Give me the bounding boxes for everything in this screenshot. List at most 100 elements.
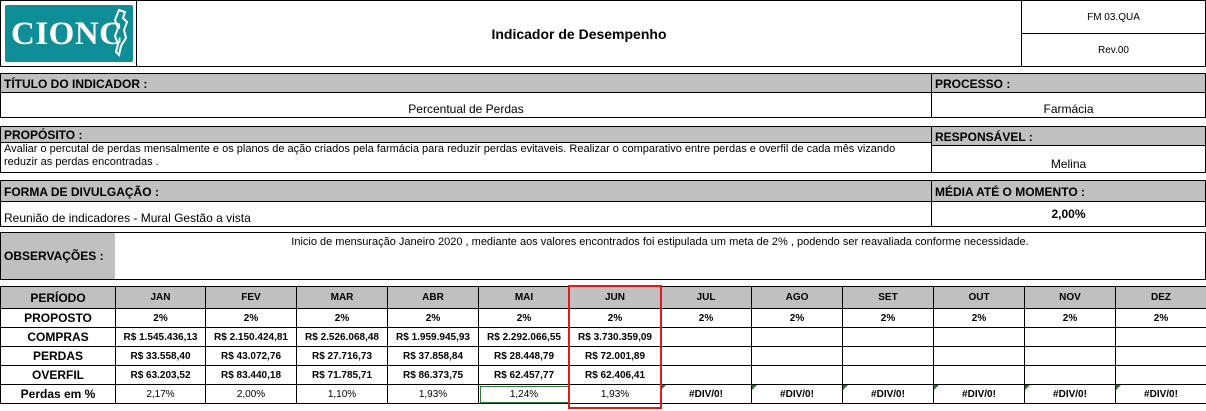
cell-proposto-abr[interactable]: 2% — [387, 308, 479, 328]
cell-periodo-ago[interactable]: AGO — [751, 286, 843, 309]
cell-compras-jul[interactable] — [660, 327, 752, 347]
cell-overfil-jun[interactable]: R$ 62.406,41 — [569, 365, 661, 385]
cell-proposto-mar[interactable]: 2% — [296, 308, 388, 328]
cell-periodo-out[interactable]: OUT — [933, 286, 1025, 309]
cell-overfil-fev[interactable]: R$ 83.440,18 — [205, 365, 297, 385]
media-label: MÉDIA ATÉ O MOMENTO : — [931, 180, 1206, 202]
cell-perdas-ago[interactable] — [751, 346, 843, 366]
cell-periodo-abr[interactable]: ABR — [387, 286, 479, 309]
cell-perdas-mai[interactable]: R$ 28.448,79 — [478, 346, 570, 366]
cell-compras-ago[interactable] — [751, 327, 843, 347]
cell-compras-abr[interactable]: R$ 1.959.945,93 — [387, 327, 479, 347]
cell-perdas-fev[interactable]: R$ 43.072,76 — [205, 346, 297, 366]
cell-compras-out[interactable] — [933, 327, 1025, 347]
cell-periodo-mar[interactable]: MAR — [296, 286, 388, 309]
cell-perdas-pct-nov[interactable]: #DIV/0! — [1024, 384, 1116, 404]
row-label-periodo: PERÍODO — [0, 286, 116, 309]
cell-overfil-dez[interactable] — [1115, 365, 1206, 385]
cell-perdas-pct-mai[interactable]: 1,24% — [478, 384, 570, 404]
cell-proposto-dez[interactable]: 2% — [1115, 308, 1206, 328]
table-row-compras: COMPRAS R$ 1.545.436,13 R$ 2.150.424,81 R$ … — [0, 327, 1206, 347]
logo-container: CIONC — [0, 0, 137, 67]
cell-compras-nov[interactable] — [1024, 327, 1116, 347]
cell-compras-mai[interactable]: R$ 2.292.066,55 — [478, 327, 570, 347]
titulo-label: TÍTULO DO INDICADOR : — [0, 73, 932, 93]
cell-perdas-out[interactable] — [933, 346, 1025, 366]
table-row-periodo: PERÍODO JAN FEV MAR ABR MAI JUN JUL AGO SET OUT NOV… — [0, 286, 1206, 309]
cell-periodo-jul[interactable]: JUL — [660, 286, 752, 309]
cell-perdas-pct-fev[interactable]: 2,00% — [205, 384, 297, 404]
cell-periodo-set[interactable]: SET — [842, 286, 934, 309]
cell-periodo-mai[interactable]: MAI — [478, 286, 570, 309]
cell-compras-set[interactable] — [842, 327, 934, 347]
cell-overfil-abr[interactable]: R$ 86.373,75 — [387, 365, 479, 385]
error-indicator-icon — [843, 385, 848, 390]
cell-perdas-jun[interactable]: R$ 72.001,89 — [569, 346, 661, 366]
processo-value: Farmácia — [931, 92, 1206, 118]
cell-perdas-jul[interactable] — [660, 346, 752, 366]
cell-perdas-mar[interactable]: R$ 27.716,73 — [296, 346, 388, 366]
cell-perdas-pct-jun[interactable]: 1,93% — [569, 384, 661, 404]
row-label-overfil: OVERFIL — [0, 365, 116, 385]
cell-periodo-nov[interactable]: NOV — [1024, 286, 1116, 309]
revision-label: Rev.00 — [1021, 33, 1206, 67]
row-label-perdas-pct: Perdas em % — [0, 384, 116, 404]
cell-overfil-out[interactable] — [933, 365, 1025, 385]
cell-perdas-abr[interactable]: R$ 37.858,84 — [387, 346, 479, 366]
cell-overfil-mai[interactable]: R$ 62.457,77 — [478, 365, 570, 385]
cell-proposto-jun[interactable]: 2% — [569, 308, 661, 328]
divulgacao-label: FORMA DE DIVULGAÇÃO : — [0, 180, 932, 202]
cell-proposto-out[interactable]: 2% — [933, 308, 1025, 328]
error-indicator-icon — [934, 385, 939, 390]
titulo-value: Percentual de Perdas — [0, 92, 932, 118]
cell-periodo-jun[interactable]: JUN — [569, 286, 661, 309]
cell-perdas-pct-jan[interactable]: 2,17% — [115, 384, 206, 404]
page-title: Indicador de Desempenho — [136, 0, 1022, 67]
cell-compras-jan[interactable]: R$ 1.545.436,13 — [115, 327, 206, 347]
row-label-perdas: PERDAS — [0, 346, 116, 366]
cell-compras-jun[interactable]: R$ 3.730.359,09 — [569, 327, 661, 347]
cell-overfil-jan[interactable]: R$ 63.203,52 — [115, 365, 206, 385]
cell-compras-fev[interactable]: R$ 2.150.424,81 — [205, 327, 297, 347]
cell-perdas-pct-mar[interactable]: 1,10% — [296, 384, 388, 404]
cell-overfil-set[interactable] — [842, 365, 934, 385]
media-value: 2,00% — [931, 201, 1206, 227]
error-indicator-icon — [1116, 385, 1121, 390]
cell-perdas-jan[interactable]: R$ 33.558,40 — [115, 346, 206, 366]
observacoes-value: Inicio de mensuração Janeiro 2020 , medi… — [291, 236, 1029, 248]
cell-proposto-set[interactable]: 2% — [842, 308, 934, 328]
observacoes-box: OBSERVAÇÕES : Inicio de mensuração Janei… — [0, 232, 1206, 280]
cell-proposto-fev[interactable]: 2% — [205, 308, 297, 328]
cell-perdas-pct-out[interactable]: #DIV/0! — [933, 384, 1025, 404]
cell-perdas-dez[interactable] — [1115, 346, 1206, 366]
cell-overfil-nov[interactable] — [1024, 365, 1116, 385]
cell-perdas-pct-set[interactable]: #DIV/0! — [842, 384, 934, 404]
cell-proposto-jan[interactable]: 2% — [115, 308, 206, 328]
logo-map-icon — [113, 8, 129, 57]
cell-perdas-nov[interactable] — [1024, 346, 1116, 366]
cell-perdas-pct-ago[interactable]: #DIV/0! — [751, 384, 843, 404]
cell-proposto-mai[interactable]: 2% — [478, 308, 570, 328]
cell-overfil-jul[interactable] — [660, 365, 752, 385]
cell-compras-mar[interactable]: R$ 2.526.068,48 — [296, 327, 388, 347]
error-indicator-icon — [1025, 385, 1030, 390]
cell-perdas-pct-jul[interactable]: #DIV/0! — [660, 384, 752, 404]
cell-overfil-mar[interactable]: R$ 71.785,71 — [296, 365, 388, 385]
cell-perdas-pct-dez[interactable]: #DIV/0! — [1115, 384, 1206, 404]
cell-periodo-jan[interactable]: JAN — [115, 286, 206, 309]
cell-periodo-fev[interactable]: FEV — [205, 286, 297, 309]
observacoes-label: OBSERVAÇÕES : — [1, 233, 115, 279]
cell-overfil-ago[interactable] — [751, 365, 843, 385]
cell-proposto-ago[interactable]: 2% — [751, 308, 843, 328]
table-row-proposto: PROPOSTO 2% 2% 2% 2% 2% 2% 2% 2% 2% 2% 2% 2% — [0, 308, 1206, 328]
cionc-logo: CIONC — [5, 5, 133, 62]
responsavel-value: Melina — [931, 145, 1206, 173]
cell-proposto-nov[interactable]: 2% — [1024, 308, 1116, 328]
error-indicator-icon — [752, 385, 757, 390]
cell-periodo-dez[interactable]: DEZ — [1115, 286, 1206, 309]
cell-proposto-jul[interactable]: 2% — [660, 308, 752, 328]
divulgacao-value: Reunião de indicadores - Mural Gestão a … — [0, 201, 932, 227]
cell-perdas-set[interactable] — [842, 346, 934, 366]
cell-perdas-pct-abr[interactable]: 1,93% — [387, 384, 479, 404]
cell-compras-dez[interactable] — [1115, 327, 1206, 347]
